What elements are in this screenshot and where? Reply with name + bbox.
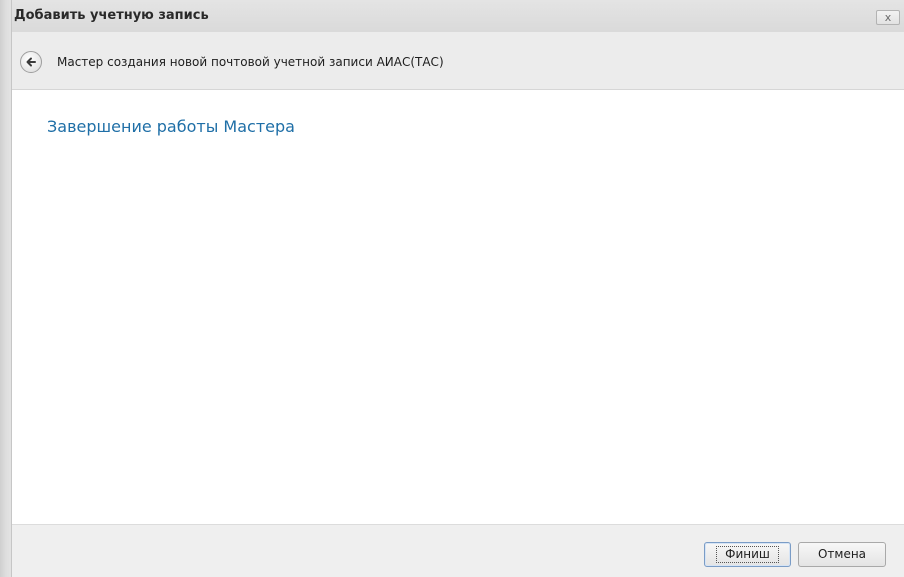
close-button[interactable]: x bbox=[876, 10, 900, 25]
back-button[interactable] bbox=[20, 51, 42, 73]
dialog-footer: Финиш Отмена bbox=[12, 524, 904, 577]
title-bar[interactable]: Добавить учетную запись x bbox=[12, 0, 904, 32]
page-title: Завершение работы Мастера bbox=[47, 117, 295, 136]
finish-button-label: Финиш bbox=[716, 546, 779, 563]
wizard-content: Завершение работы Мастера bbox=[12, 90, 904, 524]
close-icon: x bbox=[884, 11, 892, 24]
add-account-dialog: Добавить учетную запись x Мастер создани… bbox=[0, 0, 904, 577]
wizard-header: Мастер создания новой почтовой учетной з… bbox=[12, 32, 904, 90]
finish-button[interactable]: Финиш bbox=[704, 542, 791, 567]
window-frame-left bbox=[0, 0, 12, 577]
wizard-heading: Мастер создания новой почтовой учетной з… bbox=[57, 55, 444, 69]
cancel-button[interactable]: Отмена bbox=[798, 542, 886, 567]
window-title: Добавить учетную запись bbox=[14, 8, 209, 23]
back-arrow-icon bbox=[26, 57, 36, 67]
